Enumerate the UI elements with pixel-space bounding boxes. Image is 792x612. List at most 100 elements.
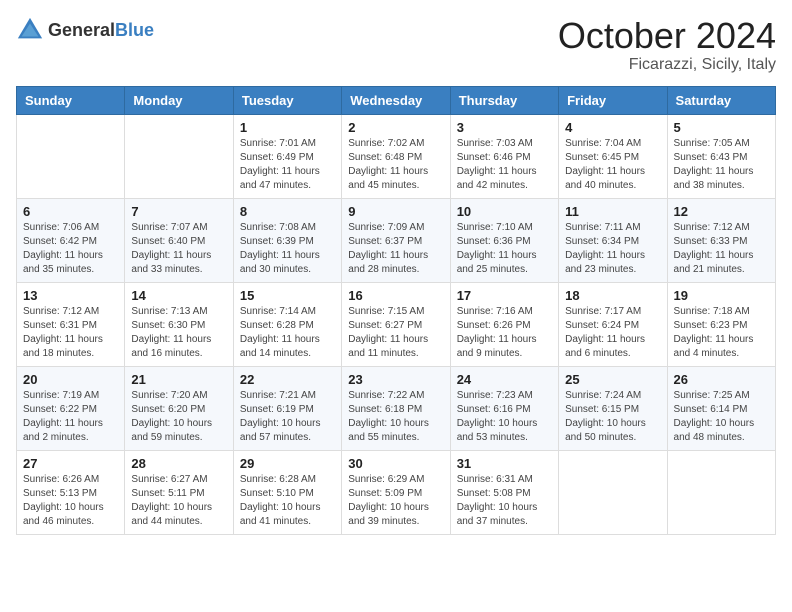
calendar-day-cell [125, 114, 233, 198]
calendar-day-cell: 10 Sunrise: 7:10 AM Sunset: 6:36 PM Dayli… [450, 198, 558, 282]
calendar-day-cell: 5Sunrise: 7:05 AM Sunset: 6:43 PM Daylig… [667, 114, 775, 198]
day-number: 28 [131, 456, 226, 471]
calendar-day-cell: 26Sunrise: 7:25 AM Sunset: 6:14 PM Dayli… [667, 366, 775, 450]
day-info: Sunrise: 7:20 AM Sunset: 6:20 PM Dayligh… [131, 389, 226, 445]
day-number: 19 [674, 288, 769, 303]
day-number: 12 [674, 204, 769, 219]
day-info: Sunrise: 7:17 AM Sunset: 6:24 PM Dayligh… [565, 305, 660, 361]
calendar-day-cell: 14 Sunrise: 7:13 AM Sunset: 6:30 PM Dayli… [125, 282, 233, 366]
header-saturday: Saturday [667, 86, 775, 114]
logo-blue: Blue [115, 20, 154, 40]
calendar-day-cell [17, 114, 125, 198]
day-number: 9 [348, 204, 443, 219]
month-title: October 2024 [558, 16, 776, 56]
day-number: 15 [240, 288, 335, 303]
day-number: 22 [240, 372, 335, 387]
day-info: Sunrise: 7:15 AM Sunset: 6:27 PM Dayligh… [348, 305, 443, 361]
calendar-day-cell: 30Sunrise: 6:29 AM Sunset: 5:09 PM Dayli… [342, 450, 450, 534]
calendar-day-cell: 28 Sunrise: 6:27 AM Sunset: 5:11 PM Dayli… [125, 450, 233, 534]
calendar-day-cell: 4 Sunrise: 7:04 AM Sunset: 6:45 PM Daylig… [559, 114, 667, 198]
header-thursday: Thursday [450, 86, 558, 114]
day-info: Sunrise: 7:09 AM Sunset: 6:37 PM Dayligh… [348, 221, 443, 277]
logo-icon [16, 16, 44, 44]
day-info: Sunrise: 7:04 AM Sunset: 6:45 PM Dayligh… [565, 137, 660, 193]
day-info: Sunrise: 7:16 AM Sunset: 6:26 PM Dayligh… [457, 305, 552, 361]
calendar-day-cell: 17Sunrise: 7:16 AM Sunset: 6:26 PM Dayli… [450, 282, 558, 366]
day-info: Sunrise: 7:08 AM Sunset: 6:39 PM Dayligh… [240, 221, 335, 277]
day-info: Sunrise: 7:14 AM Sunset: 6:28 PM Dayligh… [240, 305, 335, 361]
day-number: 31 [457, 456, 552, 471]
day-info: Sunrise: 7:06 AM Sunset: 6:42 PM Dayligh… [23, 221, 118, 277]
day-number: 2 [348, 120, 443, 135]
logo-text: GeneralBlue [48, 20, 154, 41]
day-number: 25 [565, 372, 660, 387]
day-number: 27 [23, 456, 118, 471]
day-number: 13 [23, 288, 118, 303]
calendar-day-cell: 27Sunrise: 6:26 AM Sunset: 5:13 PM Dayli… [17, 450, 125, 534]
calendar-week-3: 13 Sunrise: 7:12 AM Sunset: 6:31 PM Dayli… [17, 282, 776, 366]
calendar-day-cell: 12 Sunrise: 7:12 AM Sunset: 6:33 PM Dayli… [667, 198, 775, 282]
header-tuesday: Tuesday [233, 86, 341, 114]
day-number: 11 [565, 204, 660, 219]
calendar-day-cell: 29 Sunrise: 6:28 AM Sunset: 5:10 PM Dayli… [233, 450, 341, 534]
day-info: Sunrise: 6:31 AM Sunset: 5:08 PM Dayligh… [457, 473, 552, 529]
day-info: Sunrise: 7:13 AM Sunset: 6:30 PM Dayligh… [131, 305, 226, 361]
day-number: 4 [565, 120, 660, 135]
calendar-day-cell: 7Sunrise: 7:07 AM Sunset: 6:40 PM Daylig… [125, 198, 233, 282]
calendar-day-cell: 20Sunrise: 7:19 AM Sunset: 6:22 PM Dayli… [17, 366, 125, 450]
day-info: Sunrise: 7:11 AM Sunset: 6:34 PM Dayligh… [565, 221, 660, 277]
day-number: 3 [457, 120, 552, 135]
day-info: Sunrise: 7:18 AM Sunset: 6:23 PM Dayligh… [674, 305, 769, 361]
day-info: Sunrise: 7:03 AM Sunset: 6:46 PM Dayligh… [457, 137, 552, 193]
location-title: Ficarazzi, Sicily, Italy [558, 56, 776, 74]
logo-general: General [48, 20, 115, 40]
day-info: Sunrise: 7:23 AM Sunset: 6:16 PM Dayligh… [457, 389, 552, 445]
calendar-week-4: 20Sunrise: 7:19 AM Sunset: 6:22 PM Dayli… [17, 366, 776, 450]
calendar-header-row: Sunday Monday Tuesday Wednesday Thursday… [17, 86, 776, 114]
day-info: Sunrise: 6:27 AM Sunset: 5:11 PM Dayligh… [131, 473, 226, 529]
calendar-day-cell: 18 Sunrise: 7:17 AM Sunset: 6:24 PM Dayli… [559, 282, 667, 366]
calendar-day-cell [667, 450, 775, 534]
day-info: Sunrise: 7:12 AM Sunset: 6:33 PM Dayligh… [674, 221, 769, 277]
day-number: 1 [240, 120, 335, 135]
day-number: 21 [131, 372, 226, 387]
header-wednesday: Wednesday [342, 86, 450, 114]
calendar-day-cell: 23 Sunrise: 7:22 AM Sunset: 6:18 PM Dayli… [342, 366, 450, 450]
calendar-day-cell: 19 Sunrise: 7:18 AM Sunset: 6:23 PM Dayli… [667, 282, 775, 366]
day-info: Sunrise: 7:01 AM Sunset: 6:49 PM Dayligh… [240, 137, 335, 193]
day-info: Sunrise: 6:29 AM Sunset: 5:09 PM Dayligh… [348, 473, 443, 529]
calendar-day-cell: 8 Sunrise: 7:08 AM Sunset: 6:39 PM Daylig… [233, 198, 341, 282]
day-number: 6 [23, 204, 118, 219]
day-number: 18 [565, 288, 660, 303]
calendar-week-5: 27Sunrise: 6:26 AM Sunset: 5:13 PM Dayli… [17, 450, 776, 534]
day-info: Sunrise: 7:12 AM Sunset: 6:31 PM Dayligh… [23, 305, 118, 361]
calendar-day-cell: 9 Sunrise: 7:09 AM Sunset: 6:37 PM Daylig… [342, 198, 450, 282]
header-sunday: Sunday [17, 86, 125, 114]
day-number: 26 [674, 372, 769, 387]
calendar-day-cell: 16 Sunrise: 7:15 AM Sunset: 6:27 PM Dayli… [342, 282, 450, 366]
calendar-day-cell: 6 Sunrise: 7:06 AM Sunset: 6:42 PM Daylig… [17, 198, 125, 282]
title-block: October 2024 Ficarazzi, Sicily, Italy [558, 16, 776, 74]
day-number: 16 [348, 288, 443, 303]
day-info: Sunrise: 6:28 AM Sunset: 5:10 PM Dayligh… [240, 473, 335, 529]
calendar-week-1: 1 Sunrise: 7:01 AM Sunset: 6:49 PM Daylig… [17, 114, 776, 198]
day-number: 8 [240, 204, 335, 219]
calendar-day-cell: 2 Sunrise: 7:02 AM Sunset: 6:48 PM Daylig… [342, 114, 450, 198]
calendar-day-cell: 25 Sunrise: 7:24 AM Sunset: 6:15 PM Dayli… [559, 366, 667, 450]
calendar-table: Sunday Monday Tuesday Wednesday Thursday… [16, 86, 776, 535]
day-info: Sunrise: 7:10 AM Sunset: 6:36 PM Dayligh… [457, 221, 552, 277]
day-number: 14 [131, 288, 226, 303]
day-info: Sunrise: 7:02 AM Sunset: 6:48 PM Dayligh… [348, 137, 443, 193]
day-info: Sunrise: 7:24 AM Sunset: 6:15 PM Dayligh… [565, 389, 660, 445]
page-header: GeneralBlue October 2024 Ficarazzi, Sici… [16, 16, 776, 74]
calendar-day-cell: 11 Sunrise: 7:11 AM Sunset: 6:34 PM Dayli… [559, 198, 667, 282]
header-monday: Monday [125, 86, 233, 114]
day-number: 29 [240, 456, 335, 471]
calendar-week-2: 6 Sunrise: 7:06 AM Sunset: 6:42 PM Daylig… [17, 198, 776, 282]
day-info: Sunrise: 7:07 AM Sunset: 6:40 PM Dayligh… [131, 221, 226, 277]
calendar-day-cell: 24Sunrise: 7:23 AM Sunset: 6:16 PM Dayli… [450, 366, 558, 450]
calendar-day-cell: 1 Sunrise: 7:01 AM Sunset: 6:49 PM Daylig… [233, 114, 341, 198]
day-number: 23 [348, 372, 443, 387]
day-number: 10 [457, 204, 552, 219]
day-info: Sunrise: 7:22 AM Sunset: 6:18 PM Dayligh… [348, 389, 443, 445]
